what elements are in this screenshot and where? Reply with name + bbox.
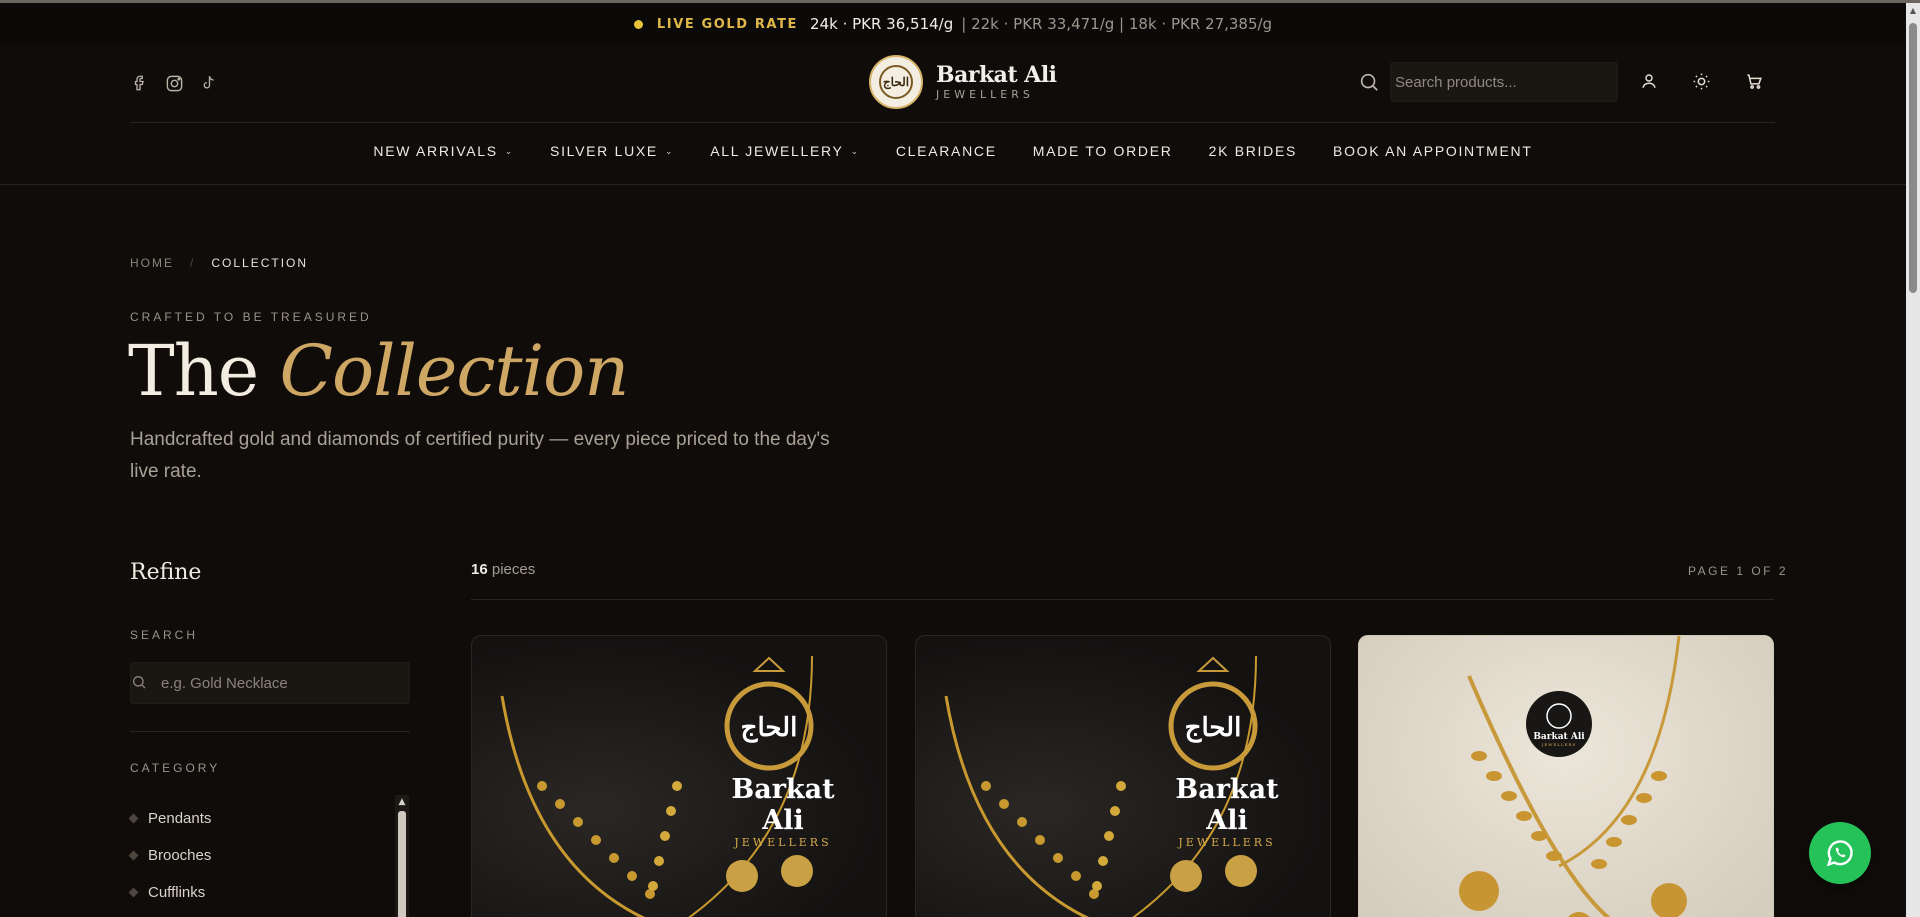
card-brand-name: Barkat Ali (731, 774, 835, 836)
account-icon[interactable] (1640, 72, 1660, 92)
nav-item-label: 2K BRIDES (1208, 143, 1298, 159)
main-nav: NEW ARRIVALS ⌄ SILVER LUXE ⌄ ALL JEWELLERY ⌄ C… (0, 143, 1906, 159)
whatsapp-button[interactable] (1809, 822, 1871, 884)
category-label: Cufflinks (148, 884, 206, 901)
gold-rate-24k: 24k · PKR 36,514/g (810, 15, 954, 33)
chevron-down-icon: ⌄ (664, 145, 675, 156)
category-item-brooches[interactable]: Brooches (128, 837, 395, 874)
product-card[interactable]: الحاج Barkat Ali JEWELLERS (915, 635, 1331, 917)
brand-logo[interactable]: الحاج Barkat Ali JEWELLERS (869, 55, 1057, 109)
gold-rate-ticker: LIVE GOLD RATE 24k · PKR 36,514/g | 22k … (0, 3, 1906, 45)
header-bottom-border (0, 184, 1906, 185)
search-filter-label: SEARCH (130, 628, 199, 642)
product-image (1459, 636, 1687, 917)
nav-item-label: NEW ARRIVALS (373, 143, 498, 159)
page-scroll-thumb[interactable] (1909, 23, 1917, 293)
whatsapp-icon (1826, 840, 1853, 867)
nav-item-label: SILVER LUXE (550, 143, 658, 159)
nav-item-clearance[interactable]: CLEARANCE (896, 143, 997, 159)
result-count: 16 pieces (471, 561, 535, 578)
product-card[interactable]: الحاج Barkat Ali JEWELLERS (471, 635, 887, 917)
tiktok-icon[interactable] (198, 73, 218, 93)
product-card[interactable]: Barkat Ali JEWELLERS (1358, 635, 1774, 917)
page-indicator: PAGE 1 OF 2 (1688, 564, 1788, 578)
result-count-number: 16 (471, 561, 488, 578)
title-plain: The (128, 330, 280, 412)
refine-heading: Refine (130, 560, 202, 585)
category-item-pendants[interactable]: Pendants (128, 800, 395, 837)
nav-item-book-an-appointment[interactable]: BOOK AN APPOINTMENT (1333, 143, 1533, 159)
nav-item-label: ALL JEWELLERY (710, 143, 844, 159)
theme-toggle-sun-icon[interactable] (1692, 72, 1712, 92)
header-search-input[interactable]: Search products... (1390, 62, 1618, 102)
category-item-bracelets[interactable]: Bracelets (130, 911, 395, 917)
brand-name: Barkat Ali (936, 62, 1057, 88)
search-icon[interactable] (1358, 71, 1382, 95)
live-gold-rate-label: LIVE GOLD RATE (656, 16, 799, 32)
breadcrumb-current: COLLECTION (211, 256, 309, 270)
category-label: Pendants (148, 810, 212, 827)
nav-item-made-to-order[interactable]: MADE TO ORDER (1033, 143, 1173, 159)
sidebar-divider (130, 731, 410, 732)
breadcrumb-separator: / (190, 256, 196, 270)
brand-subtitle: JEWELLERS (936, 88, 1034, 101)
nav-item-2k-brides[interactable]: 2K BRIDES (1209, 143, 1297, 159)
nav-item-label: CLEARANCE (895, 143, 997, 159)
title-accent: Collection (279, 330, 629, 412)
card-brand-sub: JEWELLERS (1178, 836, 1276, 849)
category-filter-label: CATEGORY (130, 761, 221, 775)
card-brand-name: Barkat Ali (1533, 732, 1585, 742)
filter-search-input[interactable]: e.g. Gold Necklace (130, 662, 410, 704)
diamond-bullet-icon (128, 813, 139, 824)
live-dot-icon (633, 19, 643, 29)
category-scrollbar[interactable]: ▲ (395, 795, 409, 917)
page-title: The Collection (128, 330, 629, 412)
card-brand-name: Barkat Ali (1175, 774, 1279, 836)
nav-item-label: BOOK AN APPOINTMENT (1333, 143, 1533, 159)
nav-item-silver-luxe[interactable]: SILVER LUXE ⌄ (550, 143, 674, 159)
social-links (130, 73, 218, 93)
category-label: Brooches (148, 847, 212, 864)
chevron-down-icon: ⌄ (504, 145, 515, 156)
diamond-bullet-icon (128, 887, 139, 898)
instagram-icon[interactable] (164, 73, 184, 93)
filter-search-icon (131, 674, 149, 692)
card-brand-sub: JEWELLERS (734, 836, 832, 849)
nav-item-new-arrivals[interactable]: NEW ARRIVALS ⌄ (373, 143, 514, 159)
cart-icon[interactable] (1745, 72, 1765, 92)
scroll-up-arrow-icon[interactable]: ▲ (397, 797, 407, 807)
category-item-cufflinks[interactable]: Cufflinks (128, 874, 395, 911)
header-divider (130, 122, 1775, 123)
logo-mark: الحاج (879, 65, 913, 99)
category-list: Pendants Brooches Cufflinks Bracelets (128, 800, 395, 917)
site-header: الحاج Barkat Ali JEWELLERS Search produc… (0, 45, 1906, 185)
logo-badge-icon: الحاج (869, 55, 923, 109)
listing-divider (471, 599, 1774, 600)
diamond-bullet-icon (128, 850, 139, 861)
svg-text:الحاج: الحاج (1185, 713, 1242, 743)
card-brand-sub: JEWELLERS (1541, 742, 1577, 747)
hero-description: Handcrafted gold and diamonds of certifi… (130, 429, 830, 482)
nav-item-all-jewellery[interactable]: ALL JEWELLERY ⌄ (710, 143, 860, 159)
breadcrumb: HOME / COLLECTION (130, 256, 308, 270)
hero-eyebrow: CRAFTED TO BE TREASURED (130, 310, 372, 324)
card-brand-watermark: Barkat Ali JEWELLERS (1152, 774, 1302, 849)
facebook-icon[interactable] (130, 73, 150, 93)
page-scrollbar[interactable]: ▲ (1906, 3, 1920, 917)
breadcrumb-home[interactable]: HOME (130, 256, 174, 270)
svg-text:الحاج: الحاج (741, 713, 798, 743)
result-count-suffix: pieces (487, 561, 536, 578)
card-brand-watermark: Barkat Ali JEWELLERS (708, 774, 858, 849)
card-brand-watermark: Barkat Ali JEWELLERS (1519, 732, 1599, 747)
category-scroll-thumb[interactable] (398, 811, 406, 917)
gold-rate-other: | 22k · PKR 33,471/g | 18k · PKR 27,385/… (961, 15, 1273, 33)
chevron-down-icon: ⌄ (850, 145, 860, 156)
page-scroll-up-icon[interactable]: ▲ (1909, 7, 1917, 15)
nav-item-label: MADE TO ORDER (1032, 143, 1173, 159)
filter-search-placeholder: e.g. Gold Necklace (161, 674, 288, 692)
